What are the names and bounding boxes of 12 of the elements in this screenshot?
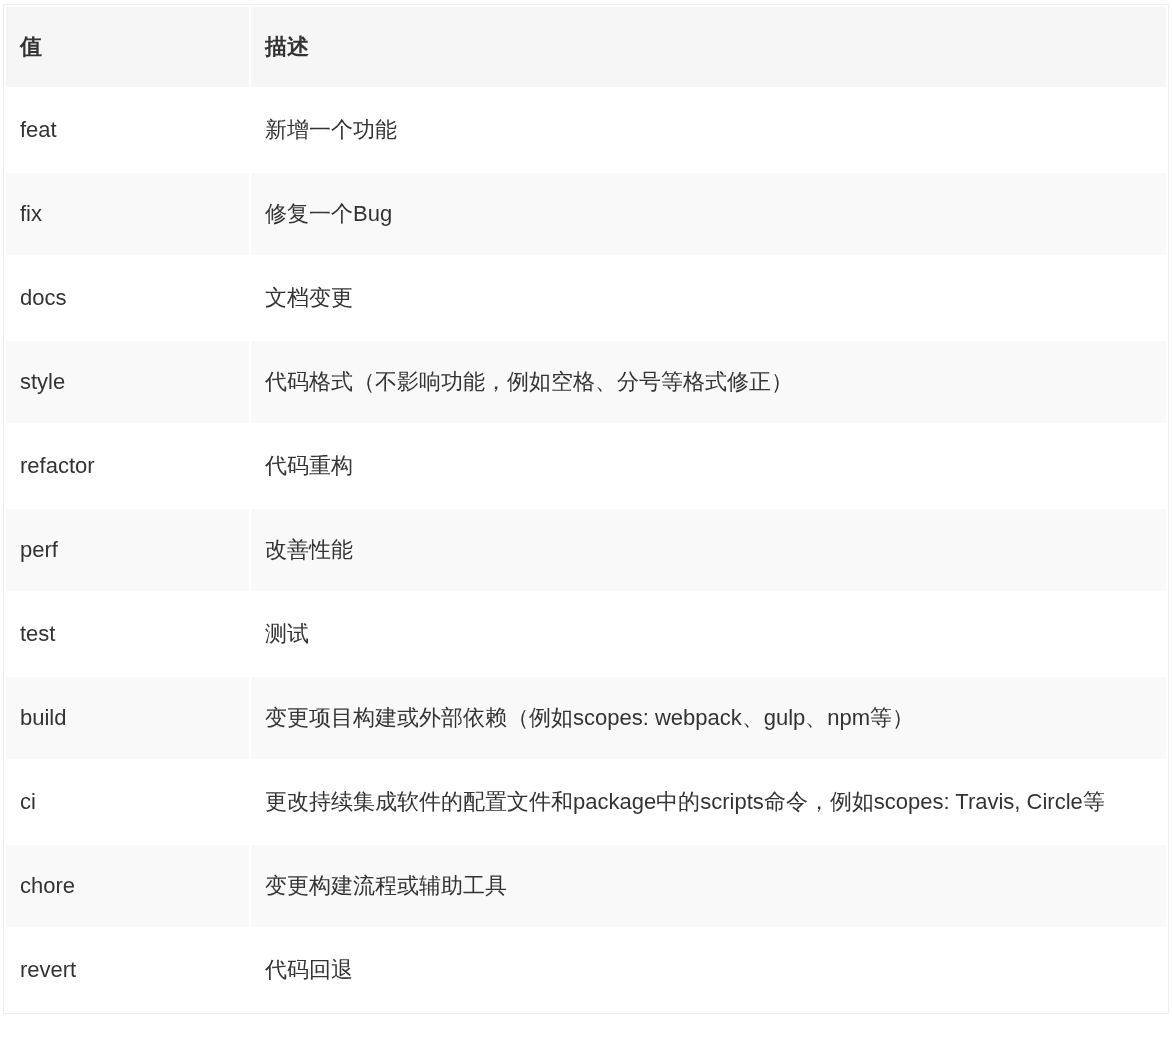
table-cell: 变更项目构建或外部依赖（例如scopes: webpack、gulp、npm等） — [251, 677, 1166, 759]
table-cell: 改善性能 — [251, 509, 1166, 591]
column-header: 描述 — [251, 7, 1166, 87]
table-cell: 修复一个Bug — [251, 173, 1166, 255]
column-header: 值 — [6, 7, 249, 87]
table-cell: chore — [6, 845, 249, 927]
table-cell: 代码格式（不影响功能，例如空格、分号等格式修正） — [251, 341, 1166, 423]
table-cell: fix — [6, 173, 249, 255]
table-cell: perf — [6, 509, 249, 591]
table-cell: build — [6, 677, 249, 759]
table-cell: style — [6, 341, 249, 423]
table-cell: 变更构建流程或辅助工具 — [251, 845, 1166, 927]
